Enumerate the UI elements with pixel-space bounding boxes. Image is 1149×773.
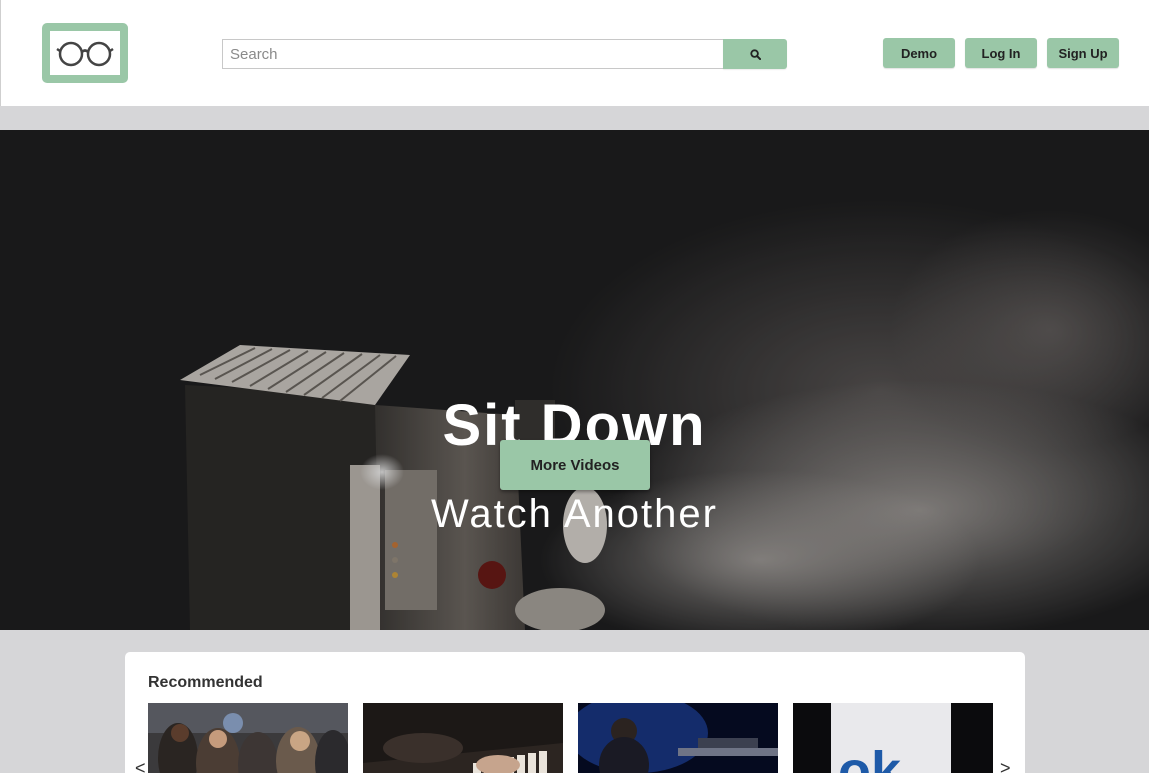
search-bar xyxy=(222,39,787,69)
search-input[interactable] xyxy=(222,39,723,69)
video-thumbnail[interactable]: ok xyxy=(793,703,993,773)
search-button[interactable] xyxy=(723,39,787,69)
carousel-next-arrow[interactable]: > xyxy=(1000,758,1011,773)
signup-button[interactable]: Sign Up xyxy=(1047,38,1119,68)
hero-banner: Sit Down Watch Another xyxy=(0,130,1149,630)
recommended-section: Recommended ok xyxy=(125,652,1025,773)
glasses-icon xyxy=(56,41,114,67)
logo-frame xyxy=(50,31,120,75)
video-thumbnail[interactable] xyxy=(363,703,563,773)
site-logo[interactable] xyxy=(42,23,128,83)
login-button[interactable]: Log In xyxy=(965,38,1037,68)
demo-button[interactable]: Demo xyxy=(883,38,955,68)
recommended-heading: Recommended xyxy=(148,674,263,691)
svg-text:ok: ok xyxy=(838,741,902,773)
more-videos-button[interactable]: More Videos xyxy=(500,440,650,490)
video-thumbnail[interactable] xyxy=(148,703,348,773)
top-navbar: Demo Log In Sign Up xyxy=(0,0,1149,106)
carousel-prev-arrow[interactable]: < xyxy=(135,758,146,773)
hero-subtitle: Watch Another xyxy=(431,492,718,536)
search-icon xyxy=(749,48,761,60)
projector-background-image xyxy=(0,130,1149,630)
video-thumbnail[interactable] xyxy=(578,703,778,773)
